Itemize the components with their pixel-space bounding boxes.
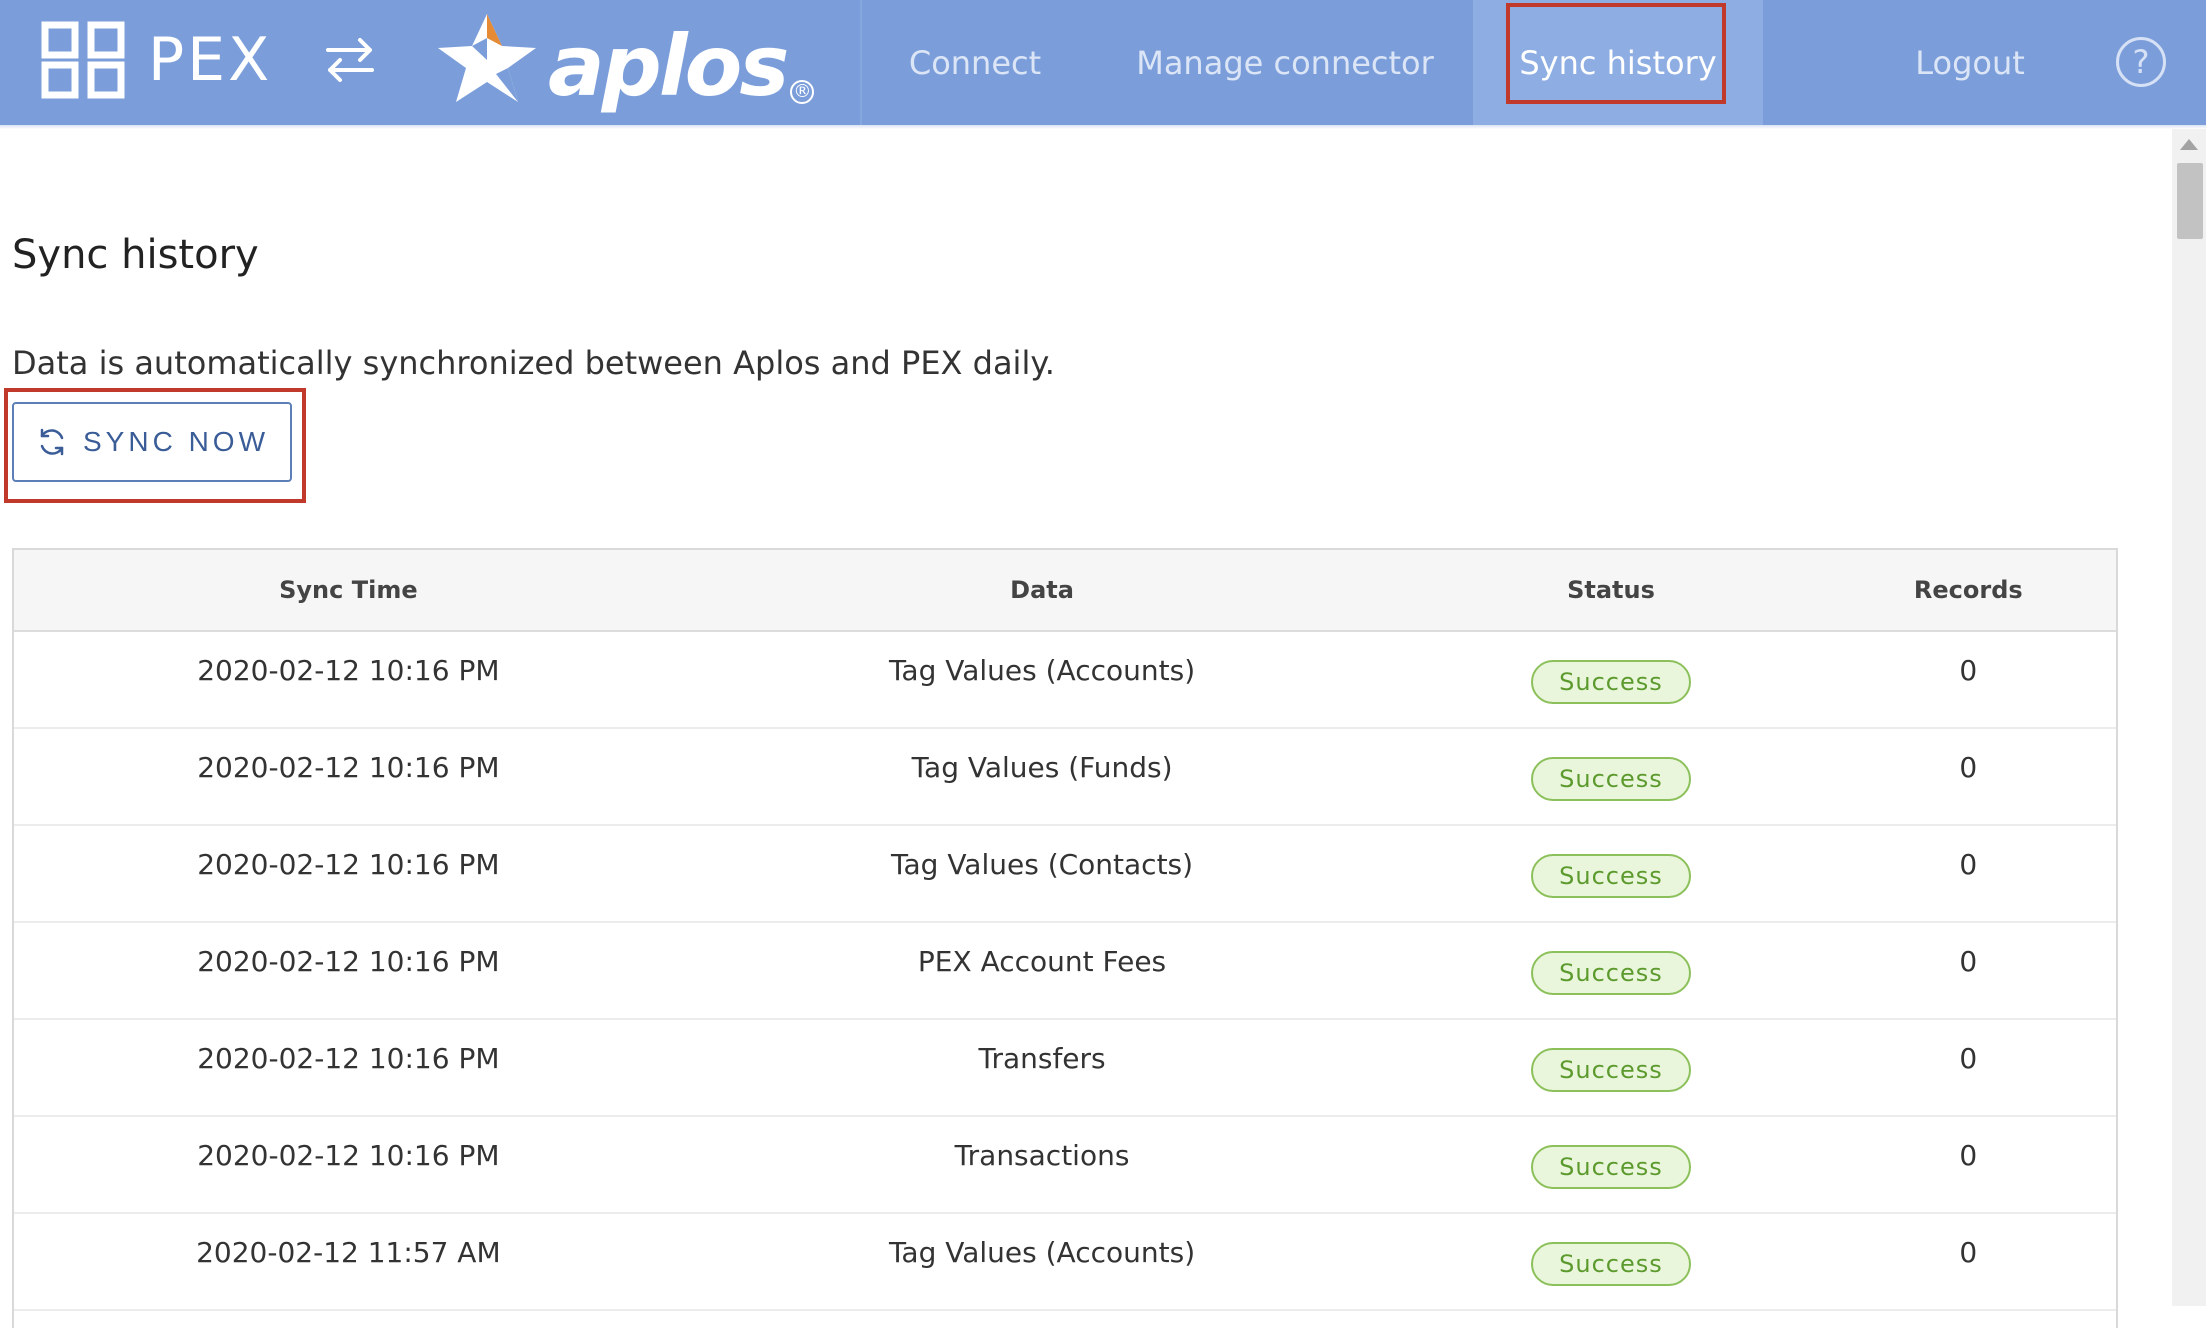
aplos-logo[interactable]: aplos ® [432,8,815,115]
sync-now-label: SYNC NOW [83,426,269,457]
cell-records: 0 [1959,1042,1978,1075]
nav-divider [860,0,862,125]
nav-manage-connector[interactable]: Manage connector [1120,0,1450,125]
help-icon[interactable]: ? [2116,37,2166,87]
status-badge: Success [1531,951,1691,995]
aplos-logo-text: aplos [548,17,789,115]
cell-status: Success [1401,1117,1820,1212]
cell-sync-time: 2020-02-12 10:16 PM [197,945,500,978]
cell-data: Transfers [978,1042,1106,1075]
cell-data: Tag Values (Contacts) [891,848,1194,881]
nav-connect[interactable]: Connect [880,0,1070,125]
refresh-icon [40,428,64,456]
scroll-thumb[interactable] [2177,163,2203,239]
cell-sync-time: 2020-02-12 10:16 PM [197,654,500,687]
status-badge: Success [1531,757,1691,801]
swap-arrows-icon [326,38,374,82]
col-header-status[interactable]: Status [1401,550,1820,630]
table-row: 2020-02-12 10:16 PM Tag Values (Accounts… [14,632,2116,729]
cell-records: 0 [1959,751,1978,784]
cell-data: Tag Values (Accounts) [888,1236,1196,1269]
table-row: 2020-02-12 10:16 PM PEX Account Fees Suc… [14,923,2116,1020]
cell-records: 0 [1959,945,1978,978]
scroll-up-arrow-icon[interactable] [2180,139,2198,150]
page-description: Data is automatically synchronized betwe… [12,344,1055,382]
col-header-data[interactable]: Data [683,550,1402,630]
navbar-shadow [0,125,2206,129]
cell-status: Success [1401,1020,1820,1115]
cell-sync-time: 2020-02-12 10:16 PM [197,751,500,784]
cell-status: Success [1401,632,1820,727]
nav-sync-history[interactable]: Sync history [1473,0,1763,125]
col-header-sync-time[interactable]: Sync Time [14,550,683,630]
cell-sync-time: 2020-02-12 10:16 PM [197,1042,500,1075]
pex-logo-icon [41,21,125,99]
cell-data: Transactions [954,1139,1130,1172]
status-badge: Success [1531,660,1691,704]
top-navbar: PEX aplos ® Connect Manage connector Syn… [0,0,2206,125]
vertical-scrollbar[interactable] [2172,129,2206,1306]
pex-logo-text: PEX [148,25,273,95]
cell-status: Success [1401,729,1820,824]
table-row: 2020-02-12 10:16 PM Transfers Success 0 [14,1020,2116,1117]
cell-data: PEX Account Fees [917,945,1167,978]
cell-status: Success [1401,826,1820,921]
cell-data: Tag Values (Funds) [911,751,1173,784]
sync-history-table: Sync Time Data Status Records 2020-02-12… [12,548,2118,1328]
sync-now-button[interactable]: SYNC NOW [12,402,292,482]
cell-records: 0 [1959,1236,1978,1269]
cell-status: Success [1401,923,1820,1018]
cell-sync-time: 2020-02-12 10:16 PM [197,1139,500,1172]
highlight-box [1506,3,1726,104]
table-row: 2020-02-12 11:57 AM Tag Values (Accounts… [14,1214,2116,1311]
cell-sync-time: 2020-02-12 11:57 AM [196,1236,501,1269]
table-row: 2020-02-12 10:16 PM Transactions Success… [14,1117,2116,1214]
cell-sync-time: 2020-02-12 10:16 PM [197,848,500,881]
status-badge: Success [1531,1048,1691,1092]
cell-records: 0 [1959,654,1978,687]
cell-status: Success [1401,1214,1820,1309]
aplos-star-icon [438,14,536,102]
status-badge: Success [1531,1242,1691,1286]
registered-mark: ® [790,80,815,104]
cell-data: Tag Values (Accounts) [888,654,1196,687]
page-title: Sync history [12,232,259,278]
nav-logout[interactable]: Logout [1890,0,2050,125]
status-badge: Success [1531,1145,1691,1189]
cell-records: 0 [1959,1139,1978,1172]
col-header-records[interactable]: Records [1821,550,2116,630]
table-row: 2020-02-12 10:16 PM Tag Values (Funds) S… [14,729,2116,826]
table-row: 2020-02-12 10:16 PM Tag Values (Contacts… [14,826,2116,923]
status-badge: Success [1531,854,1691,898]
table-header: Sync Time Data Status Records [14,550,2116,632]
cell-records: 0 [1959,848,1978,881]
pex-logo[interactable]: PEX [40,20,272,100]
